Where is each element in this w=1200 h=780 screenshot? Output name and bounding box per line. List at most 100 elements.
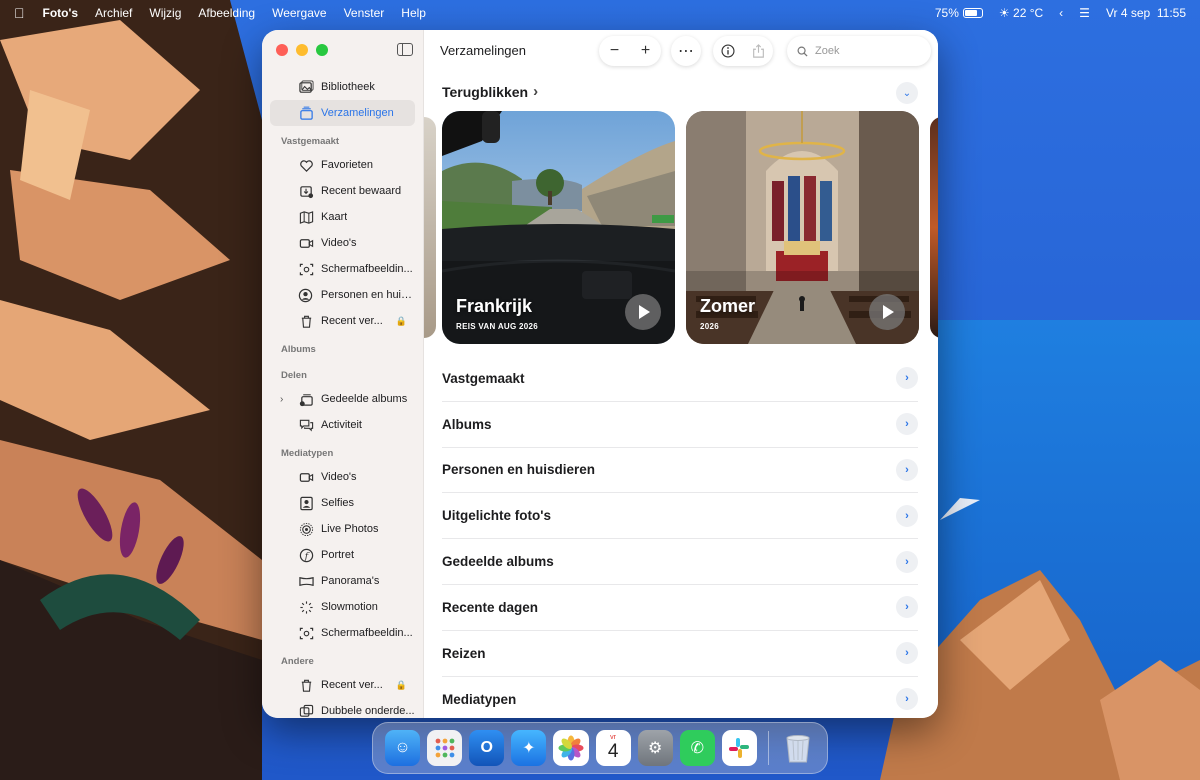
collection-row-gedeelde-albums[interactable]: Gedeelde albums ›	[442, 539, 918, 585]
sidebar-item-live-photos[interactable]: Live Photos	[270, 516, 415, 542]
menu-app-name[interactable]: Foto's	[43, 6, 79, 20]
launchpad-icon[interactable]	[427, 730, 463, 766]
sidebar-item-schermafbeeldingen[interactable]: Schermafbeeldin...	[270, 256, 415, 282]
minimize-window-button[interactable]	[296, 44, 308, 56]
sidebar-item-portret[interactable]: f Portret	[270, 542, 415, 568]
share-button[interactable]	[746, 44, 770, 58]
duplicates-icon	[298, 703, 314, 718]
map-icon	[298, 209, 314, 225]
chevron-right-icon[interactable]: ›	[896, 596, 918, 619]
calendar-icon[interactable]: vr 4	[595, 730, 631, 766]
sidebar-item-videos[interactable]: Video's	[270, 230, 415, 256]
chevron-right-icon[interactable]: ›	[280, 394, 283, 405]
collection-row-mediatypen[interactable]: Mediatypen ›	[442, 677, 918, 718]
collection-row-uitgelicht[interactable]: Uitgelichte foto's ›	[442, 493, 918, 540]
search-icon	[797, 46, 808, 57]
sidebar-item-dubbele-onderdelen[interactable]: Dubbele onderde...	[270, 698, 415, 718]
apple-menu-icon[interactable]: 	[14, 5, 25, 21]
sidebar-item-label: Verzamelingen	[321, 107, 394, 119]
sidebar-item-recent-verwijderd[interactable]: Recent ver... 🔒	[270, 308, 415, 334]
memory-card-next-peek[interactable]	[930, 117, 938, 338]
photos-window: Bibliotheek Verzamelingen Vastgemaakt Fa…	[262, 30, 938, 718]
whatsapp-icon[interactable]: ✆	[679, 730, 715, 766]
memory-card-frankrijk[interactable]: Frankrijk REIS VAN AUG 2026	[442, 111, 675, 344]
collection-row-label: Personen en huisdieren	[442, 462, 596, 478]
zoom-in-button[interactable]: +	[634, 42, 658, 60]
panorama-icon	[298, 573, 314, 589]
sidebar-item-panoramas[interactable]: Panorama's	[270, 568, 415, 594]
menu-afbeelding[interactable]: Afbeelding	[198, 6, 255, 20]
sidebar-item-kaart[interactable]: Kaart	[270, 204, 415, 230]
play-button[interactable]	[869, 294, 905, 330]
menu-venster[interactable]: Venster	[344, 6, 385, 20]
search-placeholder: Zoek	[815, 45, 840, 57]
chevron-right-icon[interactable]: ›	[896, 550, 918, 573]
control-center-icon[interactable]: ☰	[1079, 6, 1090, 20]
zoom-out-button[interactable]: −	[603, 42, 627, 60]
sidebar-item-favorieten[interactable]: Favorieten	[270, 152, 415, 178]
menu-archief[interactable]: Archief	[95, 6, 132, 20]
info-button[interactable]	[716, 44, 740, 58]
sidebar-item-verzamelingen[interactable]: Verzamelingen	[270, 100, 415, 126]
sidebar-section-pinned[interactable]: Vastgemaakt	[262, 126, 423, 152]
input-source-icon[interactable]: ‹	[1059, 6, 1063, 20]
sidebar-item-label: Gedeelde albums	[321, 393, 408, 405]
weather-status[interactable]: ☀ 22 °C	[999, 6, 1043, 20]
sidebar-section-sharing[interactable]: Delen	[262, 360, 423, 386]
sidebar-section-albums[interactable]: Albums	[262, 334, 423, 360]
sidebar-item-recent-bewaard[interactable]: Recent bewaard	[270, 178, 415, 204]
sidebar-toggle-icon[interactable]	[397, 43, 413, 56]
page-title: Verzamelingen	[440, 43, 526, 58]
sidebar-item-media-schermafbeeldingen[interactable]: Schermafbeeldin...	[270, 620, 415, 646]
sidebar-section-other[interactable]: Andere	[262, 646, 423, 672]
search-field[interactable]: Zoek	[787, 36, 931, 66]
more-options-button[interactable]: ⋯	[671, 36, 701, 66]
trash-icon[interactable]	[780, 730, 815, 766]
sidebar-item-slowmotion[interactable]: Slowmotion	[270, 594, 415, 620]
finder-icon[interactable]: ☺	[385, 730, 421, 766]
collection-row-recente-dagen[interactable]: Recente dagen ›	[442, 585, 918, 631]
shared-albums-icon	[298, 391, 314, 407]
close-window-button[interactable]	[276, 44, 288, 56]
zoom-window-button[interactable]	[316, 44, 328, 56]
play-button[interactable]	[625, 294, 661, 330]
chevron-right-icon[interactable]: ›	[896, 504, 918, 527]
chevron-right-icon[interactable]: ›	[896, 688, 918, 711]
memory-card-previous-peek[interactable]	[424, 117, 436, 338]
sidebar-list: Bibliotheek Verzamelingen Vastgemaakt Fa…	[262, 74, 423, 718]
memories-header[interactable]: Terugblikken ›	[442, 83, 538, 100]
battery-status[interactable]: 75%	[935, 6, 983, 20]
safari-icon[interactable]: ✦	[511, 730, 547, 766]
outlook-icon[interactable]: O	[469, 730, 505, 766]
menu-weergave[interactable]: Weergave	[272, 6, 326, 20]
memory-subtitle: 2026	[700, 322, 719, 331]
menu-help[interactable]: Help	[401, 6, 426, 20]
menu-wijzig[interactable]: Wijzig	[149, 6, 181, 20]
collapse-memories-button[interactable]: ⌄	[896, 82, 918, 104]
sidebar-item-media-videos[interactable]: Video's	[270, 464, 415, 490]
collection-row-vastgemaakt[interactable]: Vastgemaakt ›	[442, 356, 918, 402]
sidebar-item-gedeelde-albums[interactable]: › Gedeelde albums	[270, 386, 415, 412]
sidebar-item-activiteit[interactable]: Activiteit	[270, 412, 415, 438]
chevron-right-icon[interactable]: ›	[896, 367, 918, 390]
sidebar-item-selfies[interactable]: Selfies	[270, 490, 415, 516]
slack-icon[interactable]	[721, 730, 757, 766]
system-settings-icon[interactable]: ⚙	[637, 730, 673, 766]
chevron-right-icon[interactable]: ›	[896, 413, 918, 436]
sidebar-item-other-recent-verwijderd[interactable]: Recent ver... 🔒	[270, 672, 415, 698]
sidebar-item-label: Recent ver...	[321, 315, 383, 327]
chevron-right-icon[interactable]: ›	[896, 642, 918, 665]
collection-row-reizen[interactable]: Reizen ›	[442, 631, 918, 677]
collection-row-albums[interactable]: Albums ›	[442, 402, 918, 448]
memory-card-zomer[interactable]: Zomer 2026	[686, 111, 919, 344]
photos-icon[interactable]	[553, 730, 589, 766]
ellipsis-icon: ⋯	[678, 43, 694, 60]
screenshot-icon	[298, 261, 314, 277]
sidebar-item-bibliotheek[interactable]: Bibliotheek	[270, 74, 415, 100]
sidebar-section-media[interactable]: Mediatypen	[262, 438, 423, 464]
sidebar-item-label: Recent bewaard	[321, 185, 402, 197]
sidebar-item-personen[interactable]: Personen en huis...	[270, 282, 415, 308]
collection-row-personen[interactable]: Personen en huisdieren ›	[442, 448, 918, 494]
menubar-date[interactable]: Vr 4 sep 11:55	[1106, 6, 1186, 20]
chevron-right-icon[interactable]: ›	[896, 458, 918, 481]
